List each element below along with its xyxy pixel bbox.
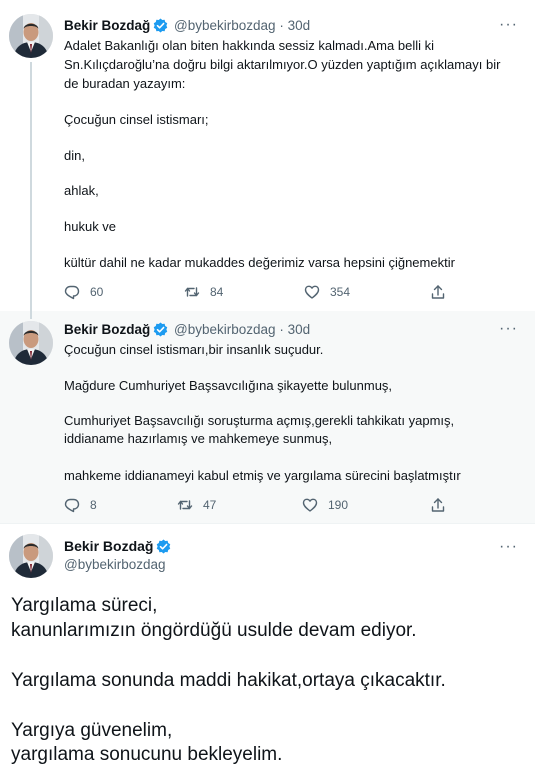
avatar[interactable] bbox=[9, 321, 53, 365]
retweet-icon bbox=[184, 287, 200, 297]
thread-line bbox=[30, 311, 32, 319]
tweet-line: Çocuğun cinsel istismarı,bir insanlık su… bbox=[64, 342, 324, 357]
more-options-icon[interactable]: ··· bbox=[499, 538, 518, 556]
reply-icon bbox=[64, 498, 80, 513]
verified-badge-icon bbox=[153, 17, 169, 34]
share-icon bbox=[431, 498, 445, 512]
author-name[interactable]: Bekir Bozdağ bbox=[64, 322, 150, 337]
tweet-time[interactable]: · 30d bbox=[279, 18, 310, 33]
author-handle[interactable]: @bybekirbozdag bbox=[174, 18, 276, 33]
author-name-row[interactable]: Bekir Bozdağ bbox=[64, 538, 173, 555]
like-icon bbox=[302, 498, 318, 512]
more-options-icon[interactable]: ··· bbox=[499, 16, 518, 34]
tweet-line: Mağdure Cumhuriyet Başsavcılığına şikaye… bbox=[64, 378, 393, 393]
share-button[interactable] bbox=[430, 497, 456, 513]
author-handle[interactable]: @bybekirbozdag bbox=[174, 322, 276, 337]
avatar[interactable] bbox=[9, 14, 53, 58]
retweet-icon bbox=[177, 500, 193, 510]
tweet-line: iddianame hazırlamış ve mahkemeye sunmuş… bbox=[64, 431, 333, 446]
tweet-header: Bekir Bozdağ @bybekirbozdag · 30d bbox=[64, 321, 310, 338]
share-button[interactable] bbox=[430, 284, 456, 300]
tweet-actions: 8 47 190 bbox=[64, 497, 464, 515]
tweet-2[interactable]: Bekir Bozdağ @bybekirbozdag · 30d ··· Ço… bbox=[0, 311, 535, 524]
like-button[interactable]: 354 bbox=[304, 284, 350, 300]
tweet-line: Çocuğun cinsel istismarı; bbox=[64, 112, 209, 127]
verified-badge-icon bbox=[156, 538, 172, 555]
retweet-count: 84 bbox=[210, 285, 224, 299]
tweet-line: Sn.Kılıçdaroğlu’na doğru bilgi aktarılmı… bbox=[64, 57, 501, 72]
tweet-line: Yargıya güvenelim, bbox=[11, 720, 173, 741]
tweet-line: Yargılama sonunda maddi hakikat,ortaya ç… bbox=[11, 670, 446, 691]
tweet-line: kültür dahil ne kadar mukaddes değerimiz… bbox=[64, 255, 455, 270]
reply-count: 60 bbox=[90, 285, 104, 299]
retweet-count: 47 bbox=[203, 498, 217, 512]
tweet-line: Yargılama süreci, bbox=[11, 595, 158, 616]
author-name[interactable]: Bekir Bozdağ bbox=[64, 538, 153, 554]
tweet-time[interactable]: · 30d bbox=[279, 322, 310, 337]
tweet-actions: 60 84 354 bbox=[64, 284, 464, 302]
author-name[interactable]: Bekir Bozdağ bbox=[64, 18, 150, 33]
tweet-line: hukuk ve bbox=[64, 219, 117, 234]
author-handle[interactable]: @bybekirbozdag bbox=[64, 557, 166, 572]
avatar[interactable] bbox=[9, 534, 53, 578]
tweet-header: Bekir Bozdağ @bybekirbozdag · 30d bbox=[64, 17, 310, 34]
like-icon bbox=[304, 285, 320, 299]
tweet-line: yargılama sonucunu bekleyelim. bbox=[11, 744, 283, 765]
tweet-line: Adalet Bakanlığı olan biten hakkında ses… bbox=[64, 38, 434, 53]
tweet-line: Cumhuriyet Başsavcılığı soruşturma açmış… bbox=[64, 413, 455, 428]
retweet-button[interactable]: 84 bbox=[184, 284, 223, 300]
like-button[interactable]: 190 bbox=[302, 497, 348, 513]
reply-button[interactable]: 8 bbox=[64, 497, 97, 513]
tweet-line: kanunlarımızın öngördüğü usulde devam ed… bbox=[11, 620, 417, 641]
more-options-icon[interactable]: ··· bbox=[499, 320, 518, 338]
thread-line bbox=[30, 62, 32, 311]
tweet-line: de buradan yazayım: bbox=[64, 76, 186, 91]
retweet-button[interactable]: 47 bbox=[177, 497, 216, 513]
reply-button[interactable]: 60 bbox=[64, 284, 103, 300]
tweet-line: din, bbox=[64, 148, 85, 163]
tweet-line: mahkeme iddianameyi kabul etmiş ve yargı… bbox=[64, 468, 461, 483]
tweet-line: ahlak, bbox=[64, 183, 99, 198]
main-tweet: Bekir Bozdağ @bybekirbozdag ··· Yargılam… bbox=[0, 524, 535, 784]
like-count: 354 bbox=[330, 285, 351, 299]
reply-icon bbox=[64, 285, 80, 300]
share-icon bbox=[431, 285, 445, 299]
verified-badge-icon bbox=[153, 321, 169, 338]
tweet-1[interactable]: Bekir Bozdağ @bybekirbozdag · 30d ··· Ad… bbox=[0, 0, 535, 311]
like-count: 190 bbox=[328, 498, 349, 512]
reply-count: 8 bbox=[90, 498, 97, 512]
